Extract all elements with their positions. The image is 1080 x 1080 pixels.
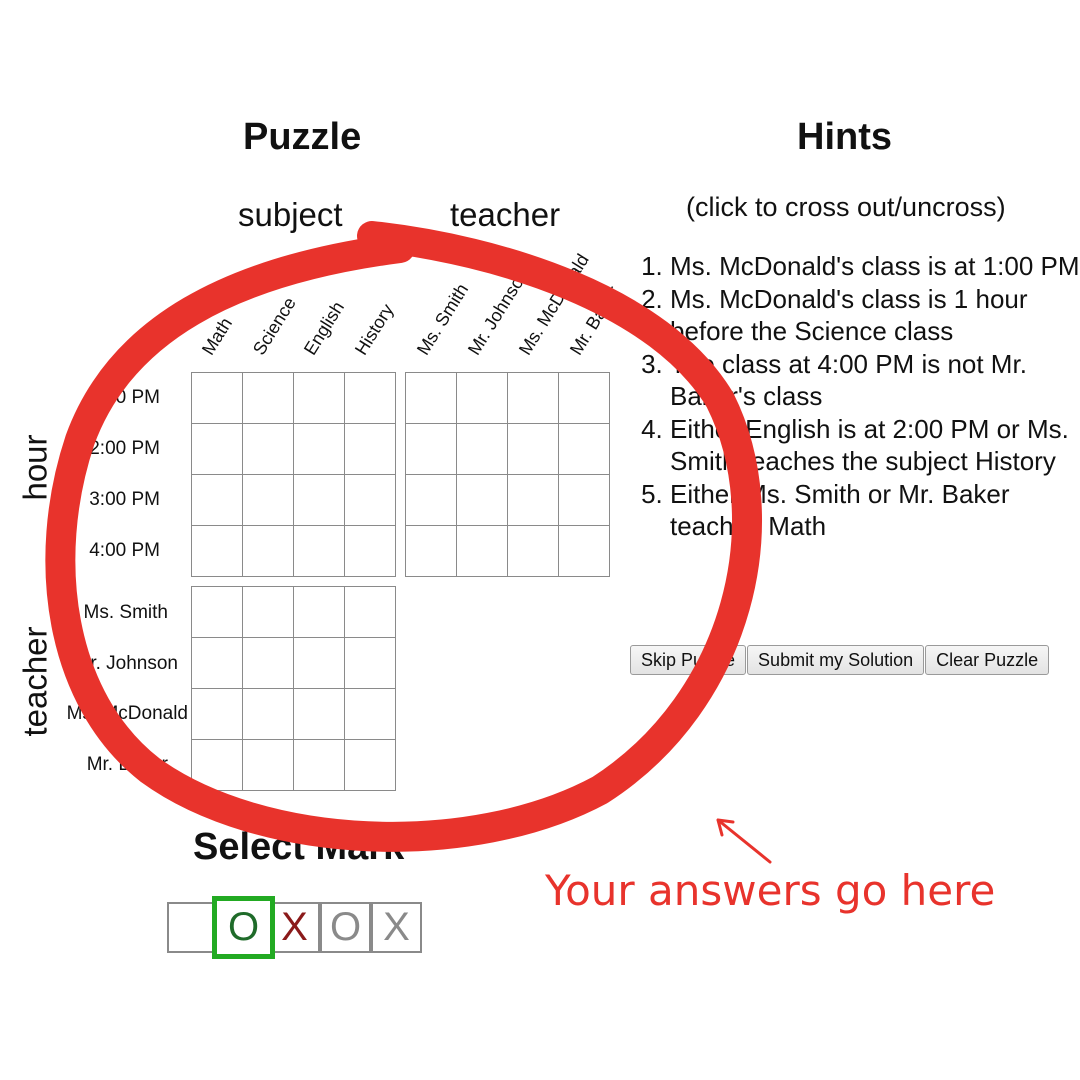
puzzle-heading: Puzzle bbox=[243, 116, 362, 158]
mark-palette: O X O X bbox=[167, 896, 422, 959]
row-label-mr-johnson: Mr. Johnson bbox=[74, 653, 179, 674]
row-label-2pm: 2:00 PM bbox=[89, 438, 160, 459]
grid-cell[interactable] bbox=[345, 424, 396, 475]
grid-cell[interactable] bbox=[294, 424, 345, 475]
grid-cell[interactable] bbox=[559, 526, 610, 577]
grid-cell[interactable] bbox=[406, 424, 457, 475]
col-label-science: Science bbox=[248, 293, 300, 359]
grid-cell[interactable] bbox=[345, 587, 396, 638]
col-label-english: English bbox=[299, 297, 349, 359]
grid-cell[interactable] bbox=[243, 424, 294, 475]
grid-cell[interactable] bbox=[345, 740, 396, 791]
grid-cell[interactable] bbox=[294, 740, 345, 791]
grid-cell[interactable] bbox=[345, 526, 396, 577]
teacher-col-group-label: teacher bbox=[450, 196, 561, 233]
row-label-mr-baker: Mr. Baker bbox=[86, 754, 168, 775]
grid-cell[interactable] bbox=[192, 526, 243, 577]
hint-item[interactable]: Either Ms. Smith or Mr. Baker teaches Ma… bbox=[670, 478, 1080, 543]
grid-cell[interactable] bbox=[243, 526, 294, 577]
clear-puzzle-button[interactable]: Clear Puzzle bbox=[925, 645, 1050, 675]
select-mark-heading: Select Mark bbox=[193, 826, 405, 868]
row-label-4pm: 4:00 PM bbox=[89, 540, 160, 561]
grid-cell[interactable] bbox=[243, 475, 294, 526]
subject-group-label: subject bbox=[238, 196, 343, 233]
grid-cell[interactable] bbox=[192, 638, 243, 689]
grid-cell[interactable] bbox=[508, 475, 559, 526]
grid-cell[interactable] bbox=[457, 373, 508, 424]
grid-cell[interactable] bbox=[294, 526, 345, 577]
grid-cell[interactable] bbox=[243, 689, 294, 740]
hints-list: Ms. McDonald's class is at 1:00 PM Ms. M… bbox=[638, 250, 1080, 543]
col-label-ms-smith: Ms. Smith bbox=[412, 280, 473, 359]
arrow-icon bbox=[716, 818, 772, 864]
grid-cell[interactable] bbox=[294, 587, 345, 638]
grid-cell[interactable] bbox=[508, 373, 559, 424]
grid-cell[interactable] bbox=[457, 475, 508, 526]
grid-cell[interactable] bbox=[192, 373, 243, 424]
hint-item[interactable]: The class at 4:00 PM is not Mr. Baker's … bbox=[670, 348, 1080, 413]
teacher-subject-grid bbox=[191, 586, 396, 791]
mark-x-solid[interactable]: X bbox=[269, 902, 320, 953]
grid-cell[interactable] bbox=[345, 638, 396, 689]
grid-cell[interactable] bbox=[294, 638, 345, 689]
mark-o-solid[interactable]: O bbox=[212, 896, 275, 959]
grid-cell[interactable] bbox=[294, 373, 345, 424]
grid-cell[interactable] bbox=[243, 373, 294, 424]
grid-cell[interactable] bbox=[243, 587, 294, 638]
action-buttons: Skip Puzzle Submit my Solution Clear Puz… bbox=[630, 645, 1050, 675]
grid-cell[interactable] bbox=[192, 587, 243, 638]
grid-cell[interactable] bbox=[559, 475, 610, 526]
mark-blank[interactable] bbox=[167, 902, 218, 953]
grid-cell[interactable] bbox=[559, 424, 610, 475]
hint-item[interactable]: Either English is at 2:00 PM or Ms. Smit… bbox=[670, 413, 1080, 478]
mark-x-light[interactable]: X bbox=[371, 902, 422, 953]
grid-cell[interactable] bbox=[294, 689, 345, 740]
grid-cell[interactable] bbox=[508, 526, 559, 577]
grid-cell[interactable] bbox=[345, 475, 396, 526]
grid-cell[interactable] bbox=[192, 689, 243, 740]
grid-cell[interactable] bbox=[345, 689, 396, 740]
row-label-ms-mcdonald: Ms. McDonald bbox=[66, 703, 188, 724]
submit-solution-button[interactable]: Submit my Solution bbox=[747, 645, 925, 675]
hour-subject-grid bbox=[191, 372, 396, 577]
mark-o-light[interactable]: O bbox=[320, 902, 371, 953]
grid-cell[interactable] bbox=[243, 638, 294, 689]
col-label-math: Math bbox=[197, 313, 237, 359]
grid-cell[interactable] bbox=[457, 424, 508, 475]
hour-teacher-grid bbox=[405, 372, 610, 577]
grid-cell[interactable] bbox=[406, 373, 457, 424]
grid-cell[interactable] bbox=[243, 740, 294, 791]
row-label-ms-smith: Ms. Smith bbox=[83, 602, 168, 623]
grid-cell[interactable] bbox=[559, 373, 610, 424]
grid-cell[interactable] bbox=[192, 424, 243, 475]
row-label-1pm: 1:00 PM bbox=[89, 387, 160, 408]
hints-heading: Hints bbox=[797, 116, 892, 158]
grid-cell[interactable] bbox=[457, 526, 508, 577]
hint-item[interactable]: Ms. McDonald's class is at 1:00 PM bbox=[670, 250, 1080, 283]
col-label-mr-baker: Mr. Baker bbox=[565, 282, 624, 359]
hints-subtitle: (click to cross out/uncross) bbox=[686, 192, 1006, 222]
grid-cell[interactable] bbox=[192, 475, 243, 526]
annotation-text: Your answers go here bbox=[545, 866, 996, 915]
skip-puzzle-button[interactable]: Skip Puzzle bbox=[630, 645, 747, 675]
col-label-history: History bbox=[350, 300, 398, 359]
grid-cell[interactable] bbox=[345, 373, 396, 424]
grid-cell[interactable] bbox=[294, 475, 345, 526]
hint-item[interactable]: Ms. McDonald's class is 1 hour before th… bbox=[670, 283, 1080, 348]
teacher-row-group-label: teacher bbox=[16, 626, 54, 737]
grid-cell[interactable] bbox=[192, 740, 243, 791]
grid-cell[interactable] bbox=[508, 424, 559, 475]
row-label-3pm: 3:00 PM bbox=[89, 489, 160, 510]
grid-cell[interactable] bbox=[406, 475, 457, 526]
grid-cell[interactable] bbox=[406, 526, 457, 577]
